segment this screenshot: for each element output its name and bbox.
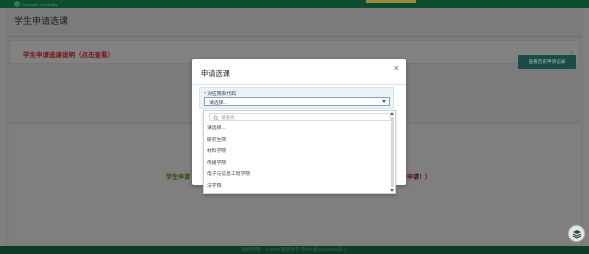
- instructions-link[interactable]: 学生申请选课说明（点击查看）: [23, 49, 114, 59]
- title-divider: [6, 36, 583, 37]
- department-dropdown: 请选择... 研究生院 材料学院 传播学院 电子与信息工程学院 法学院: [203, 110, 396, 194]
- dialog-divider: [192, 84, 406, 85]
- dropdown-search: [209, 113, 391, 121]
- seal-icon: [14, 1, 20, 7]
- dropdown-option[interactable]: 请选择...: [204, 123, 390, 135]
- banner-accent: [366, 0, 416, 3]
- scrollbar-thumb[interactable]: [390, 117, 394, 187]
- scroll-up-arrow-icon[interactable]: [390, 112, 394, 115]
- select-value: 请选择...: [209, 101, 228, 106]
- scroll-down-arrow-icon[interactable]: [390, 189, 394, 192]
- logo-text: Graduate University: [22, 2, 58, 7]
- page-title: 学生申请选课: [14, 16, 69, 26]
- footer-copyright: 版权所有：© 2017 南京大学 苏ICP备10100451号-2: [242, 247, 347, 252]
- university-logo: Graduate University: [14, 1, 58, 7]
- dropdown-option[interactable]: 传播学院: [204, 158, 390, 170]
- close-icon[interactable]: ×: [394, 64, 399, 73]
- floating-layers-button[interactable]: [568, 225, 585, 242]
- dropdown-option[interactable]: 研究生院: [204, 135, 390, 147]
- top-banner: Graduate University: [0, 0, 589, 8]
- dropdown-scrollbar[interactable]: [389, 111, 395, 193]
- dropdown-options: 请选择... 研究生院 材料学院 传播学院 电子与信息工程学院 法学院: [204, 123, 390, 193]
- footer: 版权所有：© 2017 南京大学 苏ICP备10100451号-2: [0, 246, 589, 254]
- dropdown-search-input[interactable]: [210, 114, 390, 120]
- dropdown-option[interactable]: 法学院: [204, 181, 390, 193]
- dialog-title: 申请选课: [201, 69, 230, 78]
- dropdown-option[interactable]: 电子与信息工程学院: [204, 169, 390, 181]
- content-text-left: 学生申请: [166, 175, 191, 181]
- view-history-button[interactable]: 查看历史申请记录: [518, 55, 576, 69]
- department-select[interactable]: 请选择...: [204, 97, 390, 106]
- field-label: * 对应院系代码: [204, 90, 236, 97]
- content-text-right: 申请！）: [407, 175, 432, 181]
- department-code-field: * 对应院系代码 请选择...: [199, 87, 394, 109]
- chevron-down-icon: [382, 100, 386, 103]
- dropdown-option[interactable]: 材料学院: [204, 146, 390, 158]
- layers-icon: [572, 230, 582, 239]
